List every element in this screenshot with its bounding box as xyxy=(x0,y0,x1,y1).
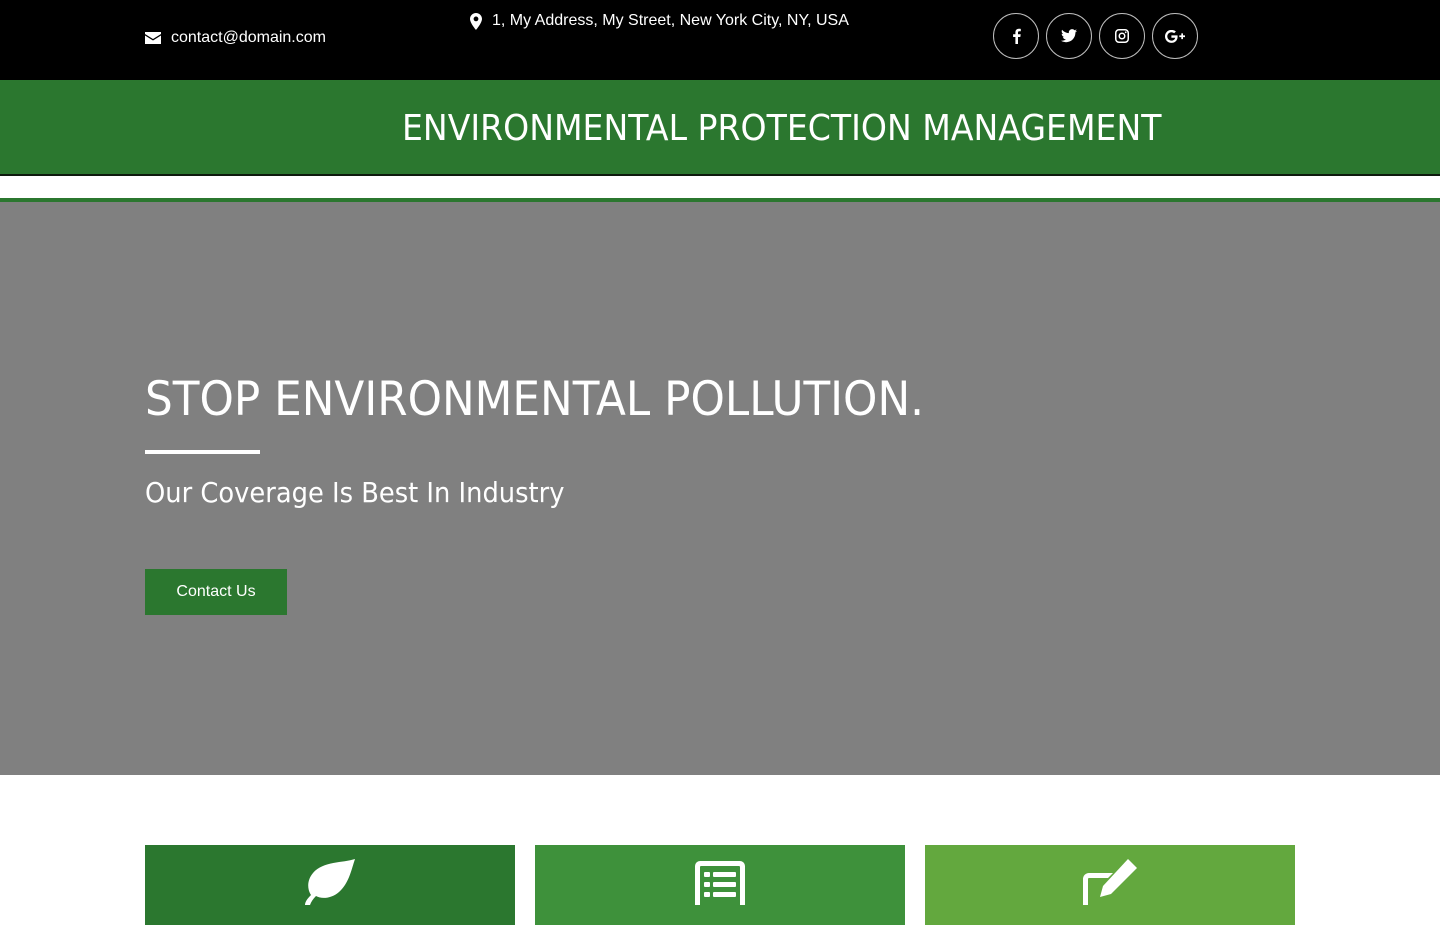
nav-strip xyxy=(0,178,1440,198)
instagram-button[interactable] xyxy=(1099,13,1145,59)
list-icon xyxy=(695,861,745,905)
envelope-icon xyxy=(145,32,161,44)
contact-address-text: 1, My Address, My Street, New York City,… xyxy=(492,12,849,29)
feature-card-2[interactable] xyxy=(535,845,905,925)
feature-card-3[interactable] xyxy=(925,845,1295,925)
top-bar: contact@domain.com 1, My Address, My Str… xyxy=(0,0,1440,80)
social-links xyxy=(993,13,1198,59)
site-header: ENVIRONMENTAL PROTECTION MANAGEMENT xyxy=(0,80,1440,176)
contact-email-text: contact@domain.com xyxy=(171,29,326,46)
contact-email[interactable]: contact@domain.com xyxy=(145,29,326,47)
edit-icon xyxy=(1083,859,1137,905)
google-plus-button[interactable] xyxy=(1152,13,1198,59)
site-title[interactable]: ENVIRONMENTAL PROTECTION MANAGEMENT xyxy=(402,108,1161,149)
feature-card-1[interactable] xyxy=(145,845,515,925)
hero-underline xyxy=(145,450,260,454)
hero-subheading: Our Coverage Is Best In Industry xyxy=(145,476,565,509)
contact-address: 1, My Address, My Street, New York City,… xyxy=(470,12,849,30)
map-marker-icon xyxy=(470,12,482,30)
leaf-icon xyxy=(305,859,355,905)
google-plus-icon xyxy=(1165,29,1185,43)
facebook-icon xyxy=(1012,28,1021,44)
hero-banner: STOP ENVIRONMENTAL POLLUTION. Our Covera… xyxy=(0,202,1440,775)
twitter-button[interactable] xyxy=(1046,13,1092,59)
hero-heading: STOP ENVIRONMENTAL POLLUTION. xyxy=(145,372,925,427)
twitter-icon xyxy=(1061,29,1077,43)
contact-us-button[interactable]: Contact Us xyxy=(145,569,287,615)
facebook-button[interactable] xyxy=(993,13,1039,59)
instagram-icon xyxy=(1115,29,1129,43)
